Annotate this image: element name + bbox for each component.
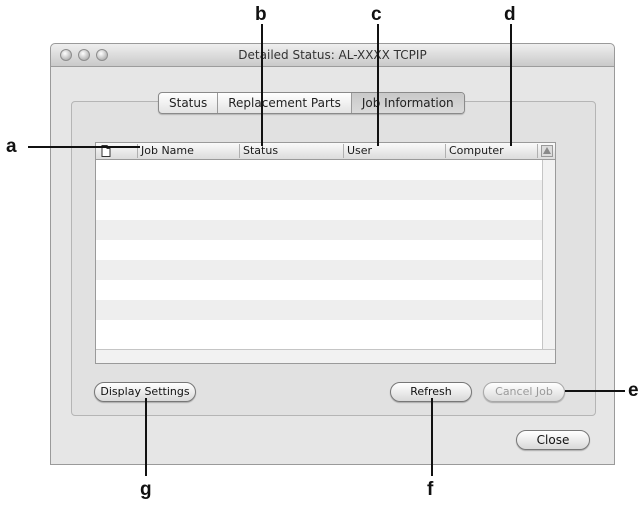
detailed-status-window: Detailed Status: AL-XXXX TCPIP Status Re…	[50, 43, 615, 465]
callout-b: b	[255, 4, 267, 25]
callout-line-f	[431, 398, 433, 476]
table-row[interactable]	[96, 300, 543, 320]
horizontal-scrollbar[interactable]	[96, 349, 555, 363]
callout-f: f	[427, 479, 434, 500]
tab-status[interactable]: Status	[159, 93, 219, 113]
vertical-scrollbar[interactable]	[542, 160, 555, 349]
callout-a: a	[6, 136, 17, 157]
cancel-job-button[interactable]: Cancel Job	[483, 382, 565, 402]
table-row[interactable]	[96, 220, 543, 240]
tab-job-information[interactable]: Job Information	[351, 93, 464, 113]
table-rows	[96, 160, 543, 349]
callout-line-e	[565, 390, 625, 392]
table-row[interactable]	[96, 180, 543, 200]
window-title: Detailed Status: AL-XXXX TCPIP	[238, 48, 427, 62]
callout-line-d	[510, 24, 512, 146]
column-header-job-name[interactable]: Job Name	[138, 144, 240, 158]
table-row[interactable]	[96, 200, 543, 220]
table-row[interactable]	[96, 240, 543, 260]
column-header-status[interactable]: Status	[240, 144, 344, 158]
job-table: Job Name Status User Computer	[95, 142, 556, 364]
callout-c: c	[371, 4, 382, 25]
table-row[interactable]	[96, 320, 543, 340]
callout-g: g	[140, 479, 152, 500]
table-row[interactable]	[96, 280, 543, 300]
column-header-user[interactable]: User	[344, 144, 446, 158]
table-row[interactable]	[96, 260, 543, 280]
callout-line-a	[28, 146, 140, 148]
table-header: Job Name Status User Computer	[96, 143, 555, 160]
title-bar[interactable]: Detailed Status: AL-XXXX TCPIP	[51, 44, 614, 67]
tab-replacement-parts[interactable]: Replacement Parts	[218, 93, 352, 113]
close-button[interactable]: Close	[516, 430, 590, 450]
column-chooser[interactable]	[538, 144, 555, 158]
callout-line-b	[261, 24, 263, 146]
callout-line-g	[145, 398, 147, 476]
sort-up-icon	[541, 145, 553, 157]
callout-d: d	[504, 4, 516, 25]
column-header-computer[interactable]: Computer	[446, 144, 538, 158]
callout-e: e	[628, 380, 639, 401]
tab-bar: Status Replacement Parts Job Information	[158, 92, 465, 114]
callout-line-c	[377, 24, 379, 146]
table-row[interactable]	[96, 160, 543, 180]
